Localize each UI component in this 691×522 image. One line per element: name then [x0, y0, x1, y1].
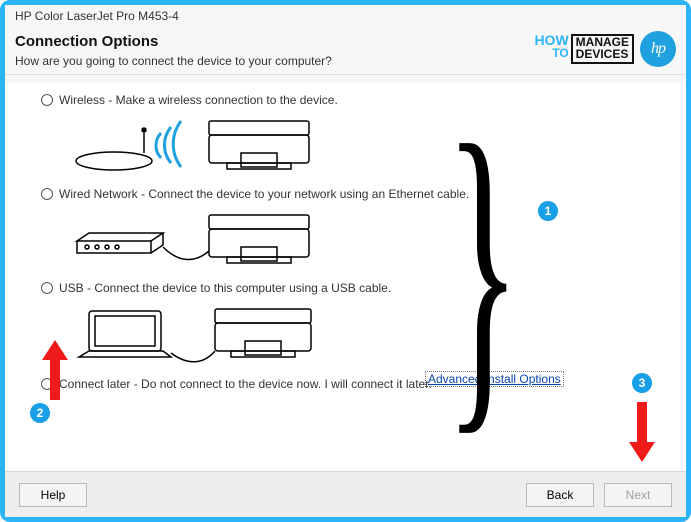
illustration-usb: [41, 297, 650, 373]
option-usb-label: USB - Connect the device to this compute…: [59, 281, 391, 295]
next-button[interactable]: Next: [604, 483, 672, 507]
back-button[interactable]: Back: [526, 483, 594, 507]
option-wireless: Wireless - Make a wireless connection to…: [41, 91, 650, 183]
footer-bar: Help Back Next: [5, 471, 686, 517]
radio-usb[interactable]: [41, 282, 53, 294]
window-title: HP Color LaserJet Pro M453-4: [5, 5, 686, 25]
option-wired-label: Wired Network - Connect the device to yo…: [59, 187, 469, 201]
content-area: Wireless - Make a wireless connection to…: [5, 83, 686, 471]
logo-to: TO: [534, 48, 568, 59]
radio-wireless[interactable]: [41, 94, 53, 106]
option-wireless-label: Wireless - Make a wireless connection to…: [59, 93, 338, 107]
option-usb: USB - Connect the device to this compute…: [41, 279, 650, 373]
option-wired: Wired Network - Connect the device to yo…: [41, 185, 650, 277]
illustration-wired: [41, 203, 650, 277]
help-button[interactable]: Help: [19, 483, 87, 507]
radio-wired[interactable]: [41, 188, 53, 200]
illustration-wireless: [41, 109, 650, 183]
advanced-install-link[interactable]: Advanced Install Options: [425, 371, 564, 387]
howtomanagedevices-logo: HOW TO MANAGE DEVICES: [534, 34, 634, 64]
logo-devices: DEVICES: [576, 49, 629, 61]
radio-connect-later[interactable]: [41, 378, 53, 390]
heading-area: Connection Options How are you going to …: [5, 25, 686, 75]
logo-group: HOW TO MANAGE DEVICES hp: [534, 31, 676, 67]
option-later-label: Connect later - Do not connect to the de…: [59, 377, 432, 391]
hp-logo: hp: [640, 31, 676, 67]
